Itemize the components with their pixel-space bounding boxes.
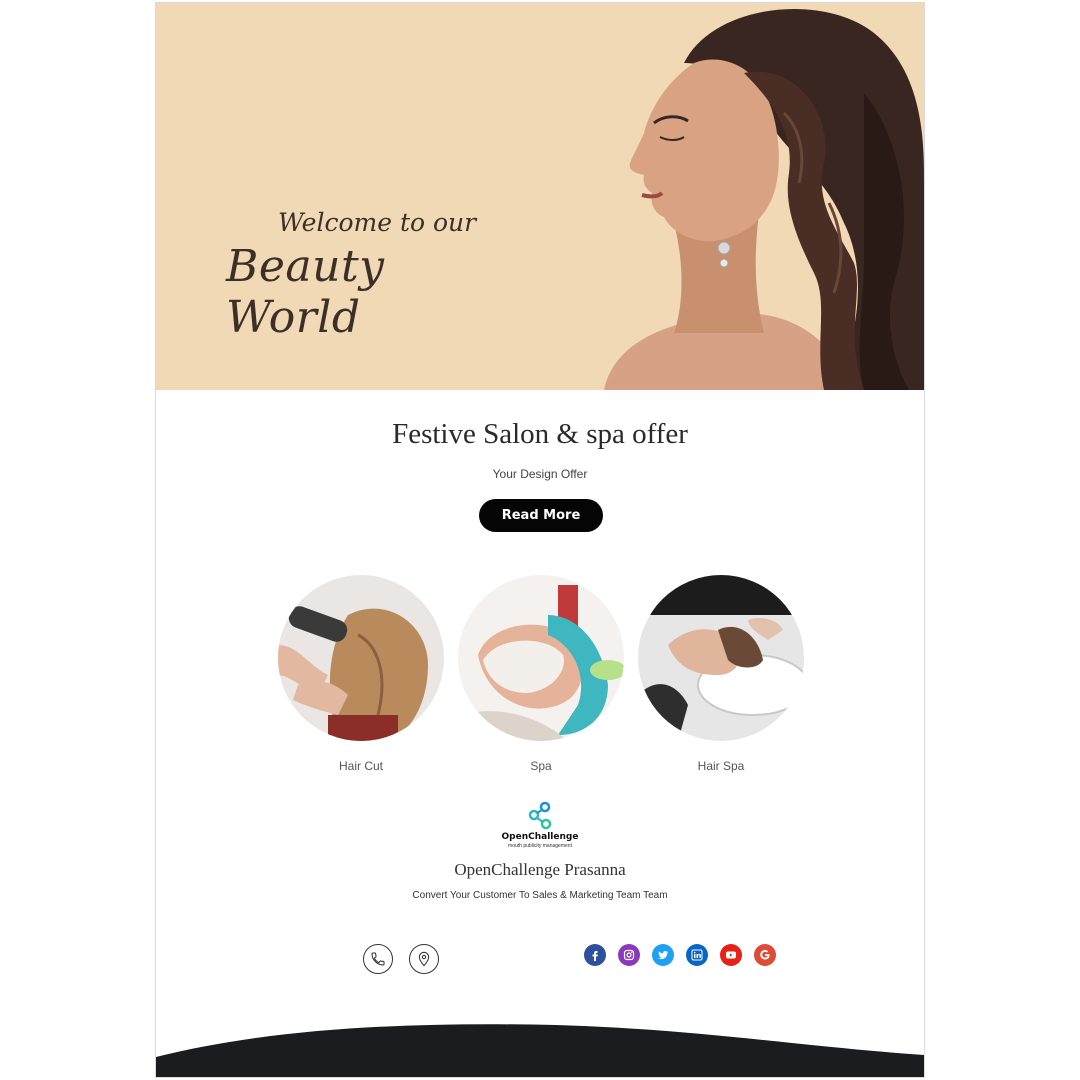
service-label: Spa (530, 759, 552, 773)
model-portrait-image (604, 8, 924, 390)
google-icon[interactable] (754, 944, 776, 966)
hair-wash-image (638, 575, 804, 741)
twitter-icon[interactable] (652, 944, 674, 966)
phone-icon[interactable] (363, 944, 393, 974)
hero-headline: Beauty World (226, 241, 385, 343)
location-pin-icon[interactable] (409, 944, 439, 974)
openchallenge-logo: OpenChallenge mouth publicity management (498, 801, 582, 855)
youtube-icon[interactable] (720, 944, 742, 966)
hero-welcome: Welcome to our (278, 208, 477, 237)
service-spa[interactable]: Spa (456, 575, 626, 773)
service-label: Hair Spa (697, 759, 745, 773)
logo-wordmark: OpenChallenge (501, 832, 579, 842)
service-hair-spa[interactable]: Hair Spa (636, 575, 806, 773)
company-tagline: Convert Your Customer To Sales & Marketi… (412, 890, 668, 901)
read-more-button[interactable]: Read More (479, 499, 603, 532)
email-page: Welcome to our Beauty World Festive Salo… (155, 2, 925, 1078)
offer-title: Festive Salon & spa offer (392, 418, 688, 450)
spa-facial-image (458, 575, 624, 741)
company-name: OpenChallenge Prasanna (454, 860, 626, 879)
services-row: Hair Cut Spa Hair Spa (276, 575, 806, 785)
service-hair-cut[interactable]: Hair Cut (276, 575, 446, 773)
facebook-icon[interactable] (584, 944, 606, 966)
offer-subtitle: Your Design Offer (492, 467, 588, 481)
footer-wave (156, 1024, 924, 1077)
service-label: Hair Cut (338, 759, 383, 773)
openchallenge-logo-icon (528, 801, 552, 830)
instagram-icon[interactable] (618, 944, 640, 966)
linkedin-icon[interactable] (686, 944, 708, 966)
hero-text: Welcome to our Beauty World (226, 208, 526, 343)
hair-cut-image (278, 575, 444, 741)
hero-banner: Welcome to our Beauty World (156, 3, 924, 390)
logo-tagline: mouth publicity management (508, 843, 572, 849)
